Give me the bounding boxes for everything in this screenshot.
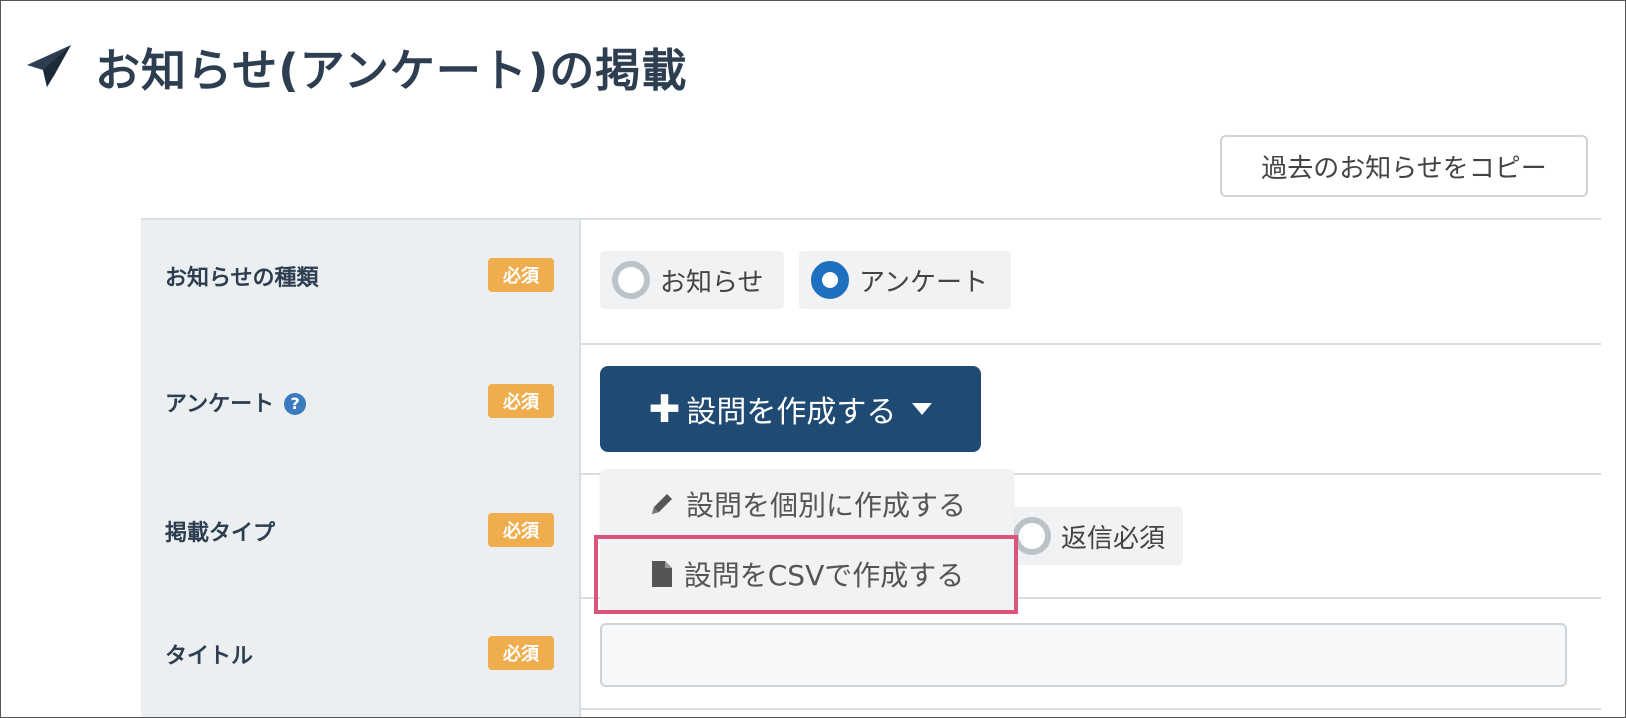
page-title: お知らせ(アンケート)の掲載 bbox=[95, 43, 688, 97]
title-label: タイトル bbox=[165, 644, 254, 669]
plus-icon: ✚ bbox=[648, 387, 681, 431]
required-badge: 必須 bbox=[488, 258, 554, 292]
radio-reply-required[interactable]: 返信必須 bbox=[1001, 507, 1183, 565]
highlight-box bbox=[594, 535, 1018, 614]
radio-label: アンケート bbox=[859, 267, 988, 298]
label-cell bbox=[141, 708, 581, 717]
radio-label: お知らせ bbox=[660, 267, 764, 298]
page-frame: お知らせ(アンケート)の掲載 過去のお知らせをコピー お知らせの種類 必須 アン… bbox=[0, 0, 1626, 718]
menu-item-create-individually[interactable]: 設問を個別に作成する bbox=[600, 469, 1014, 539]
label-cell: お知らせの種類 必須 bbox=[141, 220, 581, 343]
required-badge: 必須 bbox=[488, 384, 554, 418]
page-header: お知らせ(アンケート)の掲載 bbox=[25, 35, 687, 97]
question-circle-icon[interactable]: ? bbox=[284, 393, 307, 415]
title-input[interactable] bbox=[600, 623, 1567, 687]
label-cell: 掲載タイプ 必須 bbox=[141, 473, 581, 597]
form-row-next bbox=[141, 708, 1601, 717]
radio-circle bbox=[612, 261, 650, 299]
survey-label: アンケート? bbox=[165, 386, 307, 418]
copy-past-notice-button[interactable]: 過去のお知らせをコピー bbox=[1220, 135, 1588, 197]
caret-down-icon bbox=[912, 403, 933, 415]
menu-item-label: 設問を個別に作成する bbox=[685, 489, 966, 522]
label-cell: タイトル 必須 bbox=[141, 597, 581, 708]
label-cell: アンケート? 必須 bbox=[141, 343, 581, 473]
publish-type-label: 掲載タイプ bbox=[165, 521, 276, 546]
required-badge: 必須 bbox=[488, 636, 554, 670]
radio-circle-selected bbox=[811, 261, 849, 299]
radio-notice[interactable]: お知らせ bbox=[600, 251, 784, 309]
radio-survey[interactable]: アンケート bbox=[799, 251, 1011, 309]
radio-label: 返信必須 bbox=[1061, 523, 1166, 554]
required-badge: 必須 bbox=[488, 513, 554, 547]
create-question-label: 設問を作成する bbox=[686, 395, 897, 430]
pencil-icon bbox=[651, 494, 672, 514]
radio-circle bbox=[1013, 517, 1051, 555]
create-question-button[interactable]: ✚ 設問を作成する bbox=[600, 366, 981, 452]
notice-type-label: お知らせの種類 bbox=[165, 266, 319, 291]
paper-plane-icon bbox=[27, 45, 71, 87]
